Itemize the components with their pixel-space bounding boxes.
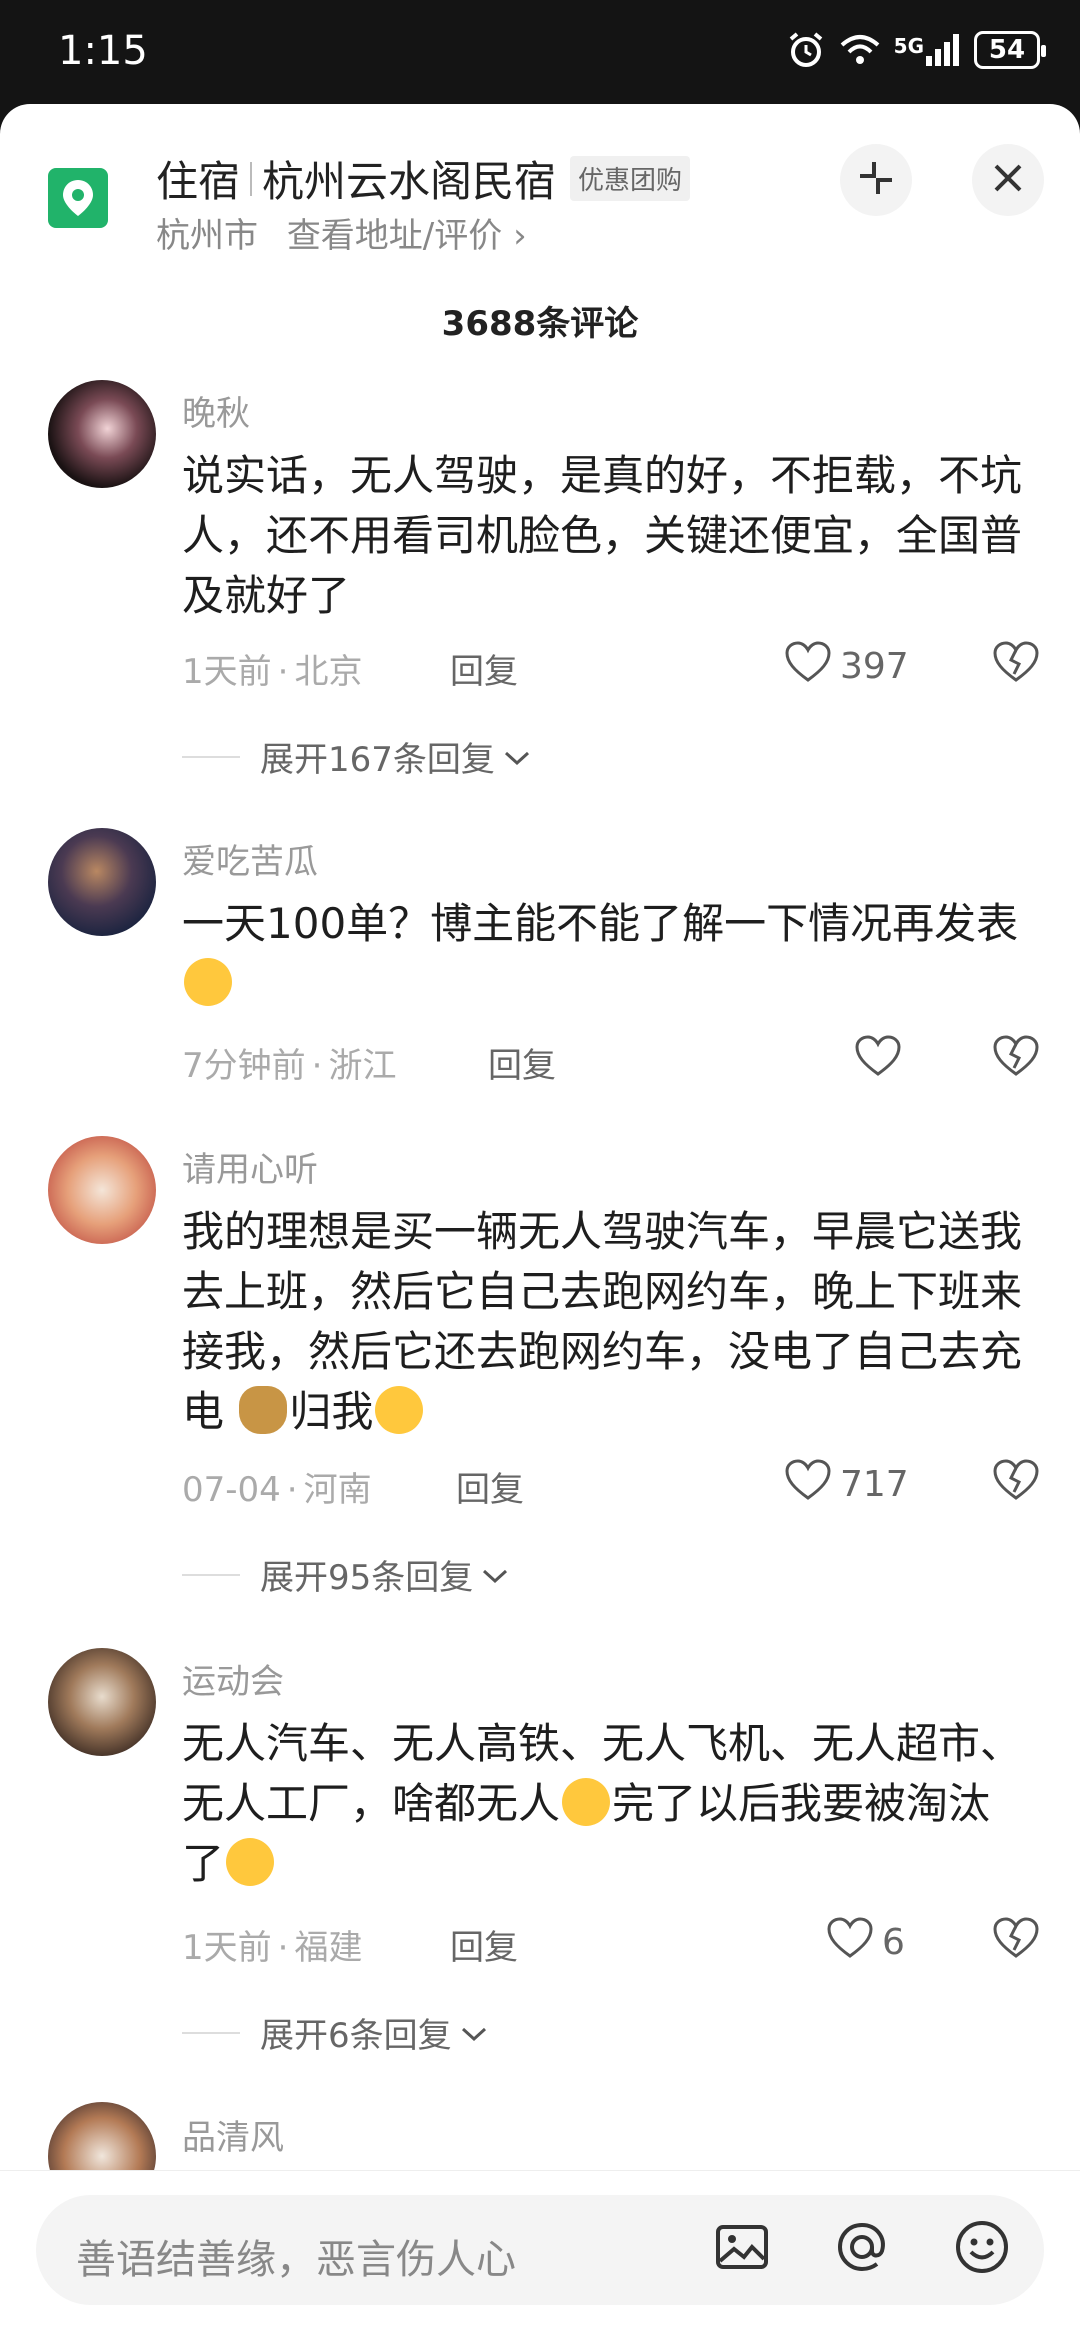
- poi-subtitle[interactable]: 杭州市 查看地址/评价 ›: [156, 208, 527, 257]
- comment-author[interactable]: 品清风: [182, 2110, 284, 2159]
- comment-author[interactable]: 运动会: [182, 1654, 284, 1703]
- comment-text-content: 一天100单？博主能不能了解一下情况再发表: [182, 899, 1019, 948]
- comment-text-tail: 归我: [289, 1387, 374, 1436]
- like-count: 717: [840, 1464, 909, 1505]
- poi-city: 杭州市: [156, 216, 258, 256]
- heart-icon: [826, 1916, 874, 1969]
- broken-heart-icon: [992, 1459, 1040, 1506]
- poi-name: 杭州云水阁民宿: [262, 157, 557, 206]
- status-bar: 1:15 5G 54: [0, 0, 1080, 106]
- comment-location: 河南: [303, 1470, 372, 1510]
- avatar[interactable]: [48, 1136, 156, 1244]
- comment-time: 1天前: [182, 652, 272, 692]
- battery-indicator: 54: [974, 31, 1046, 69]
- expand-replies-button[interactable]: 展开6条回复: [182, 2008, 488, 2057]
- comment-time: 07-04: [182, 1470, 281, 1510]
- chevron-down-icon: [495, 737, 531, 777]
- comment-author[interactable]: 晚秋: [182, 386, 250, 435]
- laughing-emoji: [184, 958, 232, 1006]
- title-divider: [250, 161, 253, 196]
- poi-title[interactable]: 住宿 杭州云水阁民宿 优惠团购: [156, 148, 691, 209]
- money-bag-emoji: [239, 1386, 288, 1434]
- divider-line: [182, 1573, 240, 1576]
- dislike-button[interactable]: [992, 640, 1040, 688]
- avatar[interactable]: [48, 380, 156, 488]
- comment-input-bar: 善语结善缘，恶言伤人心: [0, 2170, 1080, 2340]
- chevron-down-icon: [452, 2013, 488, 2053]
- broken-heart-icon: [992, 1035, 1040, 1082]
- comment-author[interactable]: 爱吃苦瓜: [182, 834, 318, 883]
- expand-replies-button[interactable]: 展开95条回复: [182, 1550, 509, 1599]
- wifi-icon: [840, 33, 880, 67]
- comment-meta: 07-04 · 河南: [182, 1470, 372, 1510]
- reply-button[interactable]: 回复: [450, 1920, 518, 1969]
- avatar[interactable]: [48, 828, 156, 936]
- heart-eyes-emoji: [375, 1386, 424, 1434]
- comment-time: 1天前: [182, 1928, 272, 1968]
- reply-button[interactable]: 回复: [488, 1038, 556, 1087]
- broken-heart-icon: [992, 1917, 1040, 1964]
- like-button[interactable]: 6: [826, 1916, 905, 1969]
- reply-button[interactable]: 回复: [456, 1462, 524, 1511]
- view-address-link[interactable]: 查看地址/评价 ›: [287, 216, 527, 256]
- comment-location: 福建: [294, 1928, 363, 1968]
- comment-text[interactable]: 无人汽车、无人高铁、无人飞机、无人超市、无人工厂，啥都无人 完了以后我要被淘汰了: [182, 1714, 1022, 1894]
- comment-text[interactable]: 说实话，无人驾驶，是真的好，不拒载，不坑人，还不用看司机脸色，关键还便宜，全国普…: [182, 446, 1022, 626]
- like-count: 6: [882, 1922, 905, 1963]
- dislike-button[interactable]: [992, 1916, 1040, 1964]
- expand-replies-button[interactable]: 展开167条回复: [182, 732, 531, 781]
- deal-badge[interactable]: 优惠团购: [570, 156, 691, 201]
- comment-input[interactable]: 善语结善缘，恶言伤人心: [36, 2195, 1044, 2305]
- expand-label: 展开6条回复: [260, 2016, 452, 2056]
- comment-text[interactable]: 一天100单？博主能不能了解一下情况再发表: [182, 894, 1022, 1014]
- chevron-down-icon: [473, 1555, 509, 1595]
- comment-meta: 1天前 · 福建: [182, 1928, 363, 1968]
- comment-author[interactable]: 请用心听: [182, 1142, 318, 1191]
- comment-input-placeholder: 善语结善缘，恶言伤人心: [76, 2237, 516, 2283]
- heart-icon: [854, 1034, 902, 1087]
- heart-icon: [784, 640, 832, 693]
- reply-button[interactable]: 回复: [450, 644, 518, 693]
- signal-icon: 5G: [894, 34, 960, 66]
- network-label: 5G: [893, 34, 924, 58]
- collapse-icon: [856, 158, 896, 202]
- alarm-icon: [786, 30, 826, 70]
- at-icon[interactable]: [832, 2217, 892, 2281]
- divider-line: [182, 755, 240, 758]
- like-count: 397: [840, 646, 909, 687]
- expand-label: 展开95条回复: [260, 1558, 474, 1598]
- dislike-button[interactable]: [992, 1458, 1040, 1506]
- collapse-button[interactable]: [840, 144, 912, 216]
- location-pin-icon[interactable]: [48, 168, 108, 228]
- comment-meta: 7分钟前 · 浙江: [182, 1046, 397, 1086]
- image-icon[interactable]: [712, 2217, 772, 2281]
- pleading-face-emoji: [226, 1838, 275, 1886]
- pleading-face-emoji: [562, 1778, 611, 1826]
- broken-heart-icon: [992, 641, 1040, 688]
- dislike-button[interactable]: [992, 1034, 1040, 1082]
- avatar[interactable]: [48, 1648, 156, 1756]
- comment-count: 3688条评论: [441, 304, 639, 344]
- heart-icon: [784, 1458, 832, 1511]
- like-button[interactable]: 717: [784, 1458, 909, 1511]
- comment-location: 北京: [294, 652, 363, 692]
- smiley-icon[interactable]: [952, 2217, 1012, 2281]
- comment-meta: 1天前 · 北京: [182, 652, 363, 692]
- divider-line: [182, 2031, 240, 2034]
- close-button[interactable]: [972, 144, 1044, 216]
- close-icon: [993, 163, 1023, 197]
- status-time: 1:15: [58, 28, 148, 74]
- like-button[interactable]: 397: [784, 640, 909, 693]
- like-button[interactable]: [854, 1034, 902, 1087]
- poi-category: 住宿: [156, 157, 241, 206]
- comment-text[interactable]: 我的理想是买一辆无人驾驶汽车，早晨它送我去上班，然后它自己去跑网约车，晚上下班来…: [182, 1202, 1022, 1442]
- comment-location: 浙江: [328, 1046, 397, 1086]
- comment-time: 7分钟前: [182, 1046, 306, 1086]
- status-icons: 5G 54: [786, 30, 1046, 70]
- expand-label: 展开167条回复: [260, 740, 495, 780]
